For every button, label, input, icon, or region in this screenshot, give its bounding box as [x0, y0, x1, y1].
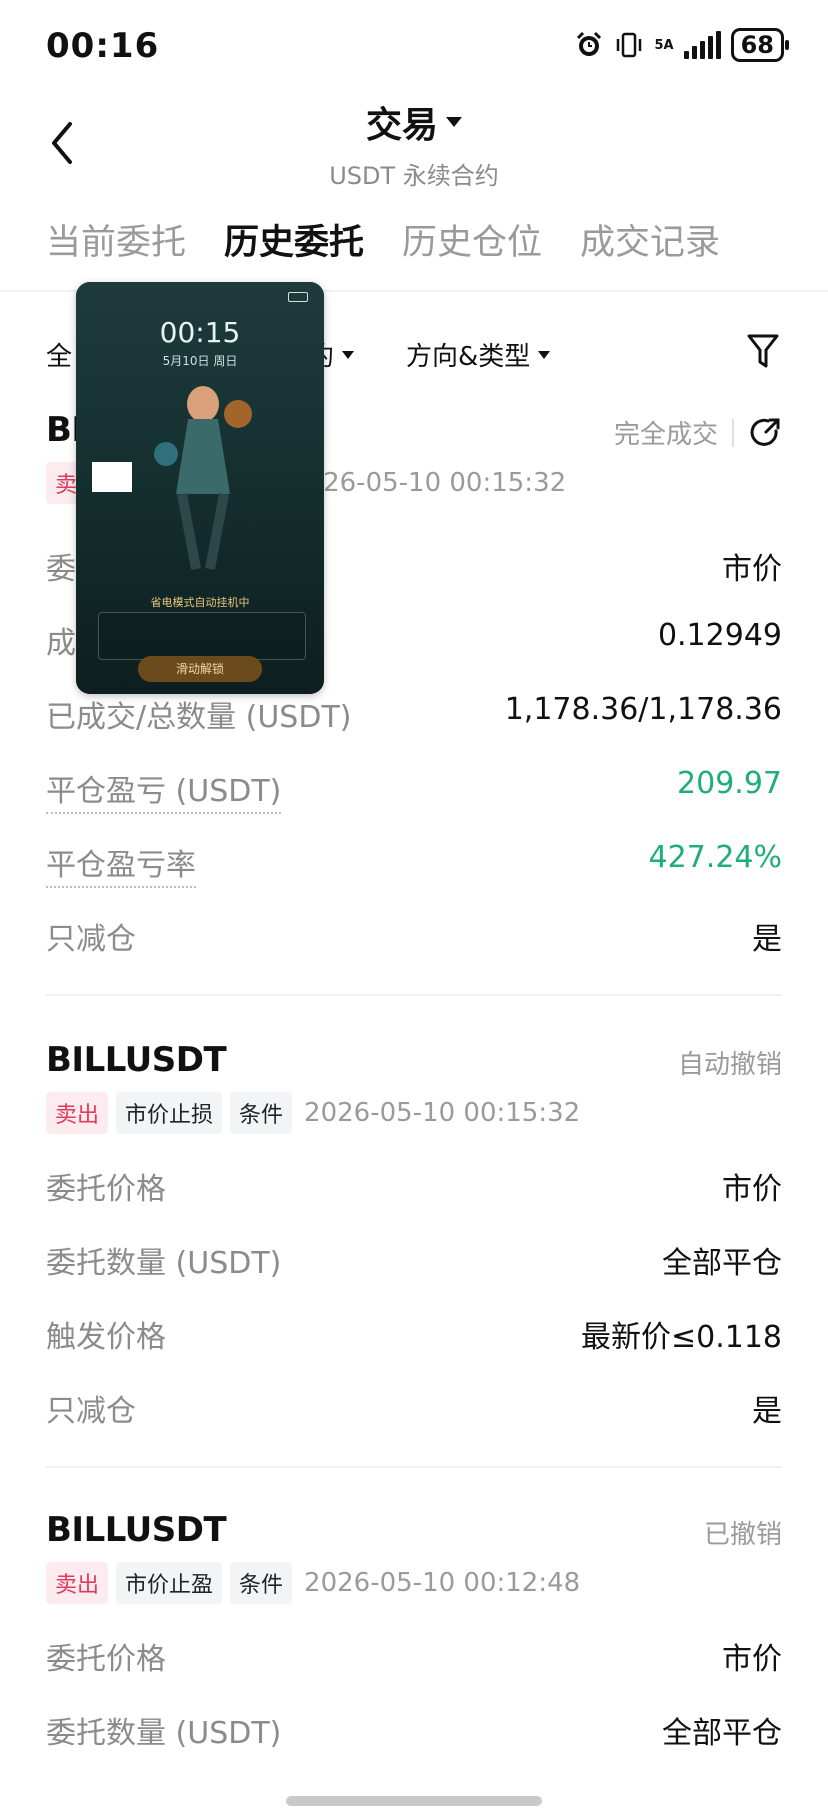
order-status: 完全成交	[613, 420, 718, 450]
battery-icon: 68	[730, 28, 790, 62]
order-side-tag: 卖出	[46, 1092, 109, 1134]
status-icons: 5A 68	[574, 28, 790, 62]
order-status: 已撤销	[703, 1520, 782, 1550]
lockscreen-date: 5月10日 周日	[162, 354, 238, 368]
order-status-group: 完全成交	[614, 414, 782, 451]
order-tags: 卖出 市价止损 条件 2026-05-10 00:15:32	[46, 1092, 580, 1134]
order-type-tag: 市价止损	[116, 1092, 223, 1134]
row-value: 市价	[722, 552, 782, 587]
lockscreen-time: 00:15	[159, 316, 241, 349]
home-indicator[interactable]	[286, 1796, 542, 1806]
order-time: 2026-05-10 00:15:32	[290, 468, 567, 498]
order-time: 2026-05-10 00:12:48	[304, 1568, 581, 1598]
tab-bar: 当前委托 历史委托 历史仓位 成交记录	[46, 214, 758, 265]
row-value: 427.24%	[648, 840, 782, 875]
tab-trade-records[interactable]: 成交记录	[580, 214, 720, 265]
row-value: 是	[752, 1394, 782, 1429]
network-type: 5A	[654, 37, 674, 53]
page-title-dropdown[interactable]: 交易	[366, 96, 462, 148]
filter-direction-label: 方向&类型	[406, 342, 531, 372]
row-label: 委托数量 (USDT)	[46, 1246, 282, 1281]
order-status-group: 自动撤销	[678, 1044, 782, 1081]
redaction-patch	[92, 462, 132, 492]
row-value: 0.12949	[657, 618, 782, 653]
page-subtitle: USDT 永续合约	[329, 162, 499, 190]
filter-direction-type[interactable]: 方向&类型	[406, 336, 551, 373]
row-label: 触发价格	[46, 1320, 166, 1355]
filter-all-label: 全	[46, 342, 73, 372]
row-label: 委	[46, 552, 76, 587]
alarm-icon	[577, 31, 602, 56]
tab-position-history[interactable]: 历史仓位	[402, 214, 542, 265]
row-label: 委托数量 (USDT)	[46, 1716, 282, 1751]
tab-current-orders[interactable]: 当前委托	[46, 214, 186, 265]
order-tags: 卖出 市价止盈 条件 2026-05-10 00:12:48	[46, 1562, 580, 1604]
order-condition-tag: 条件	[230, 1092, 293, 1134]
row-value: 是	[752, 922, 782, 957]
dropdown-caret-icon	[446, 117, 462, 127]
chevron-down-icon	[342, 350, 355, 359]
order-type-tag: 市价止盈	[116, 1562, 223, 1604]
status-bar: 00:16 5A 68	[0, 0, 828, 92]
order-row: 委托数量 (USDT) 全部平仓	[46, 1238, 782, 1281]
row-label: 委托价格	[46, 1642, 166, 1677]
row-value: 209.97	[677, 766, 782, 801]
order-row: 委托数量 (USDT) 全部平仓	[46, 1708, 782, 1751]
row-value: 最新价≤0.118	[580, 1320, 782, 1355]
order-time: 2026-05-10 00:15:32	[304, 1098, 581, 1128]
row-value: 市价	[722, 1642, 782, 1677]
status-time: 00:16	[46, 26, 160, 66]
page-title: 交易	[365, 105, 438, 146]
order-row: 只减仓 是	[46, 1386, 782, 1429]
order-status: 自动撤销	[677, 1050, 782, 1080]
order-symbol: BILLUSDT	[46, 1510, 227, 1550]
lockscreen-stats-panel	[98, 612, 306, 660]
row-label: 只减仓	[46, 922, 136, 957]
divider	[732, 418, 734, 447]
row-label[interactable]: 平仓盈亏率	[46, 840, 196, 888]
battery-level: 68	[740, 31, 774, 59]
order-row: 平仓盈亏 (USDT) 209.97	[46, 766, 782, 814]
order-row: 只减仓 是	[46, 914, 782, 957]
battery-icon	[288, 292, 308, 302]
vibrate-icon	[617, 32, 642, 58]
order-row: 触发价格 最新价≤0.118	[46, 1312, 782, 1355]
divider	[46, 994, 782, 996]
order-side-tag: 卖出	[46, 1562, 109, 1604]
order-row: 平仓盈亏率 427.24%	[46, 840, 782, 888]
row-value: 1,178.36/1,178.36	[504, 692, 782, 727]
filter-all[interactable]: 全	[46, 336, 72, 373]
character-illustration	[154, 386, 252, 570]
row-label: 已成交/总数量 (USDT)	[46, 700, 352, 735]
row-label: 委托价格	[46, 1172, 166, 1207]
divider	[46, 1466, 782, 1468]
order-card[interactable]: BILLUSDT 自动撤销 卖出 市价止损 条件 2026-05-10 00:1…	[46, 1040, 782, 1440]
row-value: 全部平仓	[662, 1246, 782, 1281]
order-condition-tag: 条件	[230, 1562, 293, 1604]
row-label: 成	[46, 626, 76, 661]
order-card[interactable]: BILLUSDT 已撤销 卖出 市价止盈 条件 2026-05-10 00:12…	[46, 1510, 782, 1770]
slide-unlock-button[interactable]: 滑动解锁	[138, 656, 262, 682]
share-icon[interactable]	[748, 416, 782, 450]
page-header: 交易 USDT 永续合约	[0, 96, 828, 191]
row-label: 只减仓	[46, 1394, 136, 1429]
order-symbol: BILLUSDT	[46, 1040, 227, 1080]
lockscreen-banner: 省电模式自动挂机中	[150, 596, 250, 609]
row-value: 全部平仓	[662, 1716, 782, 1751]
signal-icon	[683, 31, 721, 59]
row-label[interactable]: 平仓盈亏 (USDT)	[46, 766, 282, 814]
order-row: 委托价格 市价	[46, 1164, 782, 1207]
chevron-down-icon	[538, 350, 551, 359]
order-status-group: 已撤销	[704, 1514, 782, 1551]
tab-order-history[interactable]: 历史委托	[224, 214, 364, 265]
row-value: 市价	[722, 1172, 782, 1207]
order-row: 委托价格 市价	[46, 1634, 782, 1677]
filter-funnel-icon[interactable]	[746, 330, 780, 372]
order-row: 已成交/总数量 (USDT) 1,178.36/1,178.36	[46, 692, 782, 735]
